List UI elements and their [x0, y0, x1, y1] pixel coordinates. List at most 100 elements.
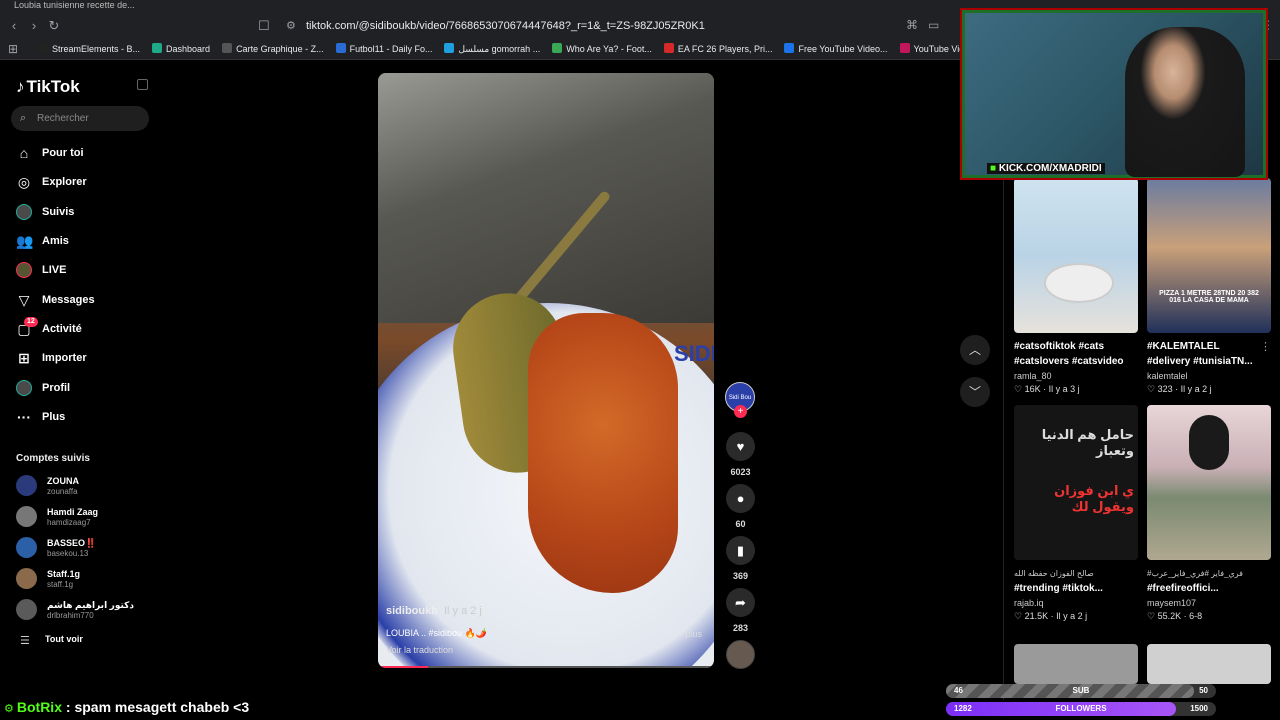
sidebar-item-activit-[interactable]: ▢ 12 Activité [16, 317, 156, 340]
profile-avatar-icon [16, 380, 32, 396]
feed-user[interactable]: maysem107 [1147, 598, 1271, 608]
followed-account[interactable]: دكتور ابراهيم هاشم drlbrahim770 [16, 596, 156, 624]
collapse-sidebar-icon[interactable] [137, 79, 148, 90]
tiktok-sidebar: ♪ TikTok ⌕ Rechercher ⌂ Pour toi ◎ Explorer S… [0, 60, 160, 700]
feed-thumbnail[interactable] [1014, 644, 1138, 684]
feed-card[interactable]: PIZZA 1 METRE 28TND 20 382 016 LA CASA D… [1147, 178, 1271, 395]
address-bar[interactable]: ⚙ tiktok.com/@sidiboukb/video/7668653070… [276, 15, 952, 37]
forward-icon[interactable]: › [26, 18, 42, 34]
back-icon[interactable]: ‹ [6, 18, 22, 34]
feed-thumbnail[interactable]: حامل هم الدنيا وتعباز ي ابن فوزان ويقول … [1014, 405, 1138, 560]
feed-user[interactable]: kalemtalel [1147, 371, 1271, 381]
sidebar-item-live[interactable]: LIVE [16, 259, 156, 281]
tiktok-logo[interactable]: ♪ TikTok [16, 77, 80, 97]
feed-thumbnail[interactable]: PIZZA 1 METRE 28TND 20 382 016 LA CASA D… [1147, 178, 1271, 333]
messages-icon: ▽ [18, 292, 30, 308]
followed-account[interactable]: Hamdi Zaag hamdizaag7 [16, 503, 156, 531]
sidebar-item-profil[interactable]: Profil [16, 377, 156, 399]
feed-user[interactable]: ramla_80 [1014, 371, 1138, 381]
avatar [16, 537, 37, 558]
sidebar-item-plus[interactable]: ··· Plus [16, 406, 156, 428]
sidebar-item-messages[interactable]: ▽ Messages [16, 289, 156, 311]
sidebar-item-pour-toi[interactable]: ⌂ Pour toi [16, 142, 156, 164]
bookmark-favicon-icon [222, 43, 233, 53]
save-count: 369 [732, 571, 749, 581]
feed-user[interactable]: rajab.iq [1014, 598, 1138, 608]
video-player[interactable]: SIDI sidiboukb Il y a 2 j LOUBIA .. #sidi… [378, 73, 714, 668]
bookmark-item[interactable]: StreamElements - B... [38, 38, 140, 59]
feed-card[interactable]: حامل هم الدنيا وتعباز ي ابن فوزان ويقول … [1014, 405, 1138, 622]
share-button[interactable]: ➦ [726, 588, 755, 617]
tab-title: Loubia tunisienne recette de... [14, 0, 135, 10]
save-button[interactable]: ▮ [726, 536, 755, 565]
search-input[interactable]: ⌕ Rechercher [11, 106, 149, 131]
feed-card[interactable]: #catsoftiktok #cats #catslovers #catsvid… [1014, 178, 1138, 395]
chevron-up-icon: ︿ [968, 343, 981, 357]
sidebar-item-explorer[interactable]: ◎ Explorer [16, 171, 156, 193]
bookmark-icon[interactable]: ☐ [258, 18, 270, 34]
heart-icon: ♥ [736, 439, 745, 454]
bookmark-item[interactable]: Dashboard [152, 38, 210, 59]
install-icon[interactable]: ▭ [928, 18, 939, 32]
caption-more-button[interactable]: plus [685, 629, 702, 639]
feed-stats: ♡ 21.5K · Il y a 2 j [1014, 611, 1088, 621]
bookmark-item[interactable]: مسلسل gomorrah ... [444, 38, 540, 59]
bookmark-item[interactable]: Carte Graphique - Z... [222, 38, 324, 59]
bookmark-icon: ▮ [736, 543, 745, 558]
streamer-figure [1125, 27, 1245, 177]
bookmark-item[interactable]: Who Are Ya? - Foot... [552, 38, 652, 59]
feed-thumbnail[interactable] [1147, 644, 1271, 684]
chat-overlay: ⚙ BotRix : spam mesagett chabeb <3 [0, 696, 940, 718]
tiktok-note-icon: ♪ [16, 77, 25, 96]
webcam-overlay: ■ KICK.COM/XMADRIDI [962, 10, 1266, 178]
feed-card[interactable]: #فري_فاير #فري_فاير_عرب #freefireoffici.… [1147, 405, 1271, 622]
following-avatar-icon [16, 204, 32, 220]
feed-thumbnail[interactable] [1014, 178, 1138, 333]
video-progress[interactable] [378, 666, 714, 668]
sub-goal-bar: 46 SUB 50 [946, 684, 1216, 698]
video-overlay-text: SIDI [674, 341, 714, 366]
sidebar-item-amis[interactable]: 👥 Amis [16, 230, 156, 252]
live-avatar-icon [16, 262, 32, 278]
avatar [16, 568, 37, 589]
music-disc-icon[interactable] [726, 640, 755, 669]
feed-thumbnail[interactable] [1147, 405, 1271, 560]
bot-icon: ⚙ [4, 703, 14, 715]
friends-icon: 👥 [16, 233, 34, 249]
feed-title: #فري_فاير #فري_فاير_عرب [1147, 569, 1243, 578]
follow-plus-icon[interactable]: + [734, 405, 747, 418]
more-icon: ··· [17, 409, 31, 425]
bookmark-favicon-icon [899, 43, 910, 53]
more-options-icon[interactable]: ⋮ [1260, 340, 1271, 353]
followers-goal-bar: 1282 FOLLOWERS 1500 [946, 702, 1216, 716]
reload-icon[interactable]: ↻ [46, 18, 62, 34]
site-info-icon[interactable]: ⚙ [286, 15, 296, 37]
webcam-kick-label: ■ KICK.COM/XMADRIDI [987, 163, 1105, 174]
bookmark-favicon-icon [663, 43, 674, 53]
home-icon: ⌂ [19, 145, 29, 161]
next-video-button[interactable]: ﹀ [960, 377, 990, 407]
video-caption: LOUBIA .. #sidibou 🔥🌶️ [386, 628, 487, 638]
sidebar-item-suivis[interactable]: Suivis [16, 201, 156, 223]
translate-icon[interactable]: ⌘ [906, 18, 918, 32]
apps-icon[interactable]: ⊞ [8, 42, 18, 56]
like-count: 6023 [730, 467, 751, 477]
video-username[interactable]: sidiboukb Il y a 2 j [386, 605, 482, 617]
followed-account[interactable]: BASSEO‼️ basekou.13 [16, 534, 156, 562]
followed-account[interactable]: Staff.1g staff.1g [16, 565, 156, 593]
bookmark-item[interactable]: Futbol11 - Daily Fo... [335, 38, 432, 59]
bookmark-item[interactable]: EA FC 26 Players, Pri... [663, 38, 772, 59]
sidebar-item-importer[interactable]: ⊞ Importer [16, 347, 156, 369]
like-button[interactable]: ♥ [726, 432, 755, 461]
feed-stats: ♡ 323 · Il y a 2 j [1147, 384, 1212, 394]
explore-icon: ◎ [17, 174, 31, 190]
chevron-down-icon: ﹀ [968, 385, 981, 399]
translate-link[interactable]: Voir la traduction [386, 645, 453, 655]
bookmark-favicon-icon [784, 43, 795, 53]
previous-video-button[interactable]: ︿ [960, 335, 990, 365]
comment-button[interactable]: ● [726, 484, 755, 513]
share-count: 283 [732, 623, 749, 633]
followed-account[interactable]: ZOUNA zounaffa [16, 472, 156, 500]
bookmark-item[interactable]: Free YouTube Video... [784, 38, 888, 59]
see-all-list-icon: ☰ [20, 635, 30, 647]
